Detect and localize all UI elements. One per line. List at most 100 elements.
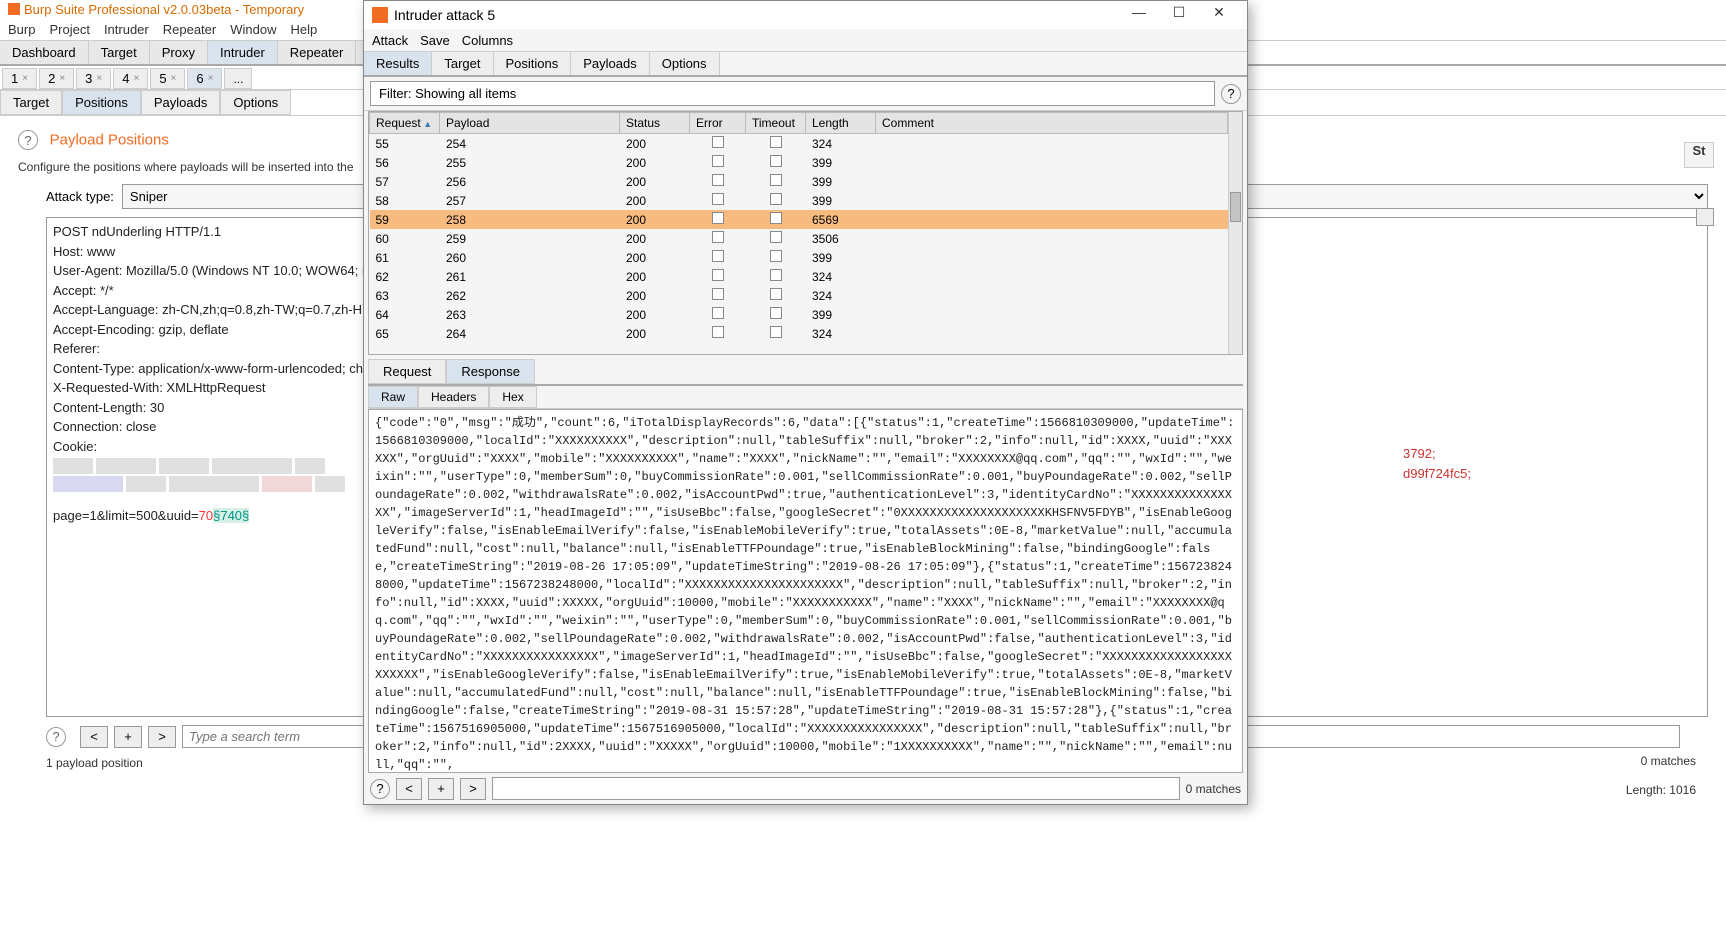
help-icon[interactable]: ? [370,779,390,799]
subtab-more[interactable]: ... [224,68,252,89]
tab-intruder[interactable]: Intruder [208,41,278,64]
col-comment[interactable]: Comment [876,113,1228,134]
scrollbar-thumb[interactable] [1230,192,1241,222]
mtab-options[interactable]: Options [650,52,720,75]
col-length[interactable]: Length [806,113,876,134]
ctab-options[interactable]: Options [220,90,291,115]
table-row[interactable]: 592582006569 [370,210,1228,229]
menu-window[interactable]: Window [230,22,276,37]
ftab-hex[interactable]: Hex [489,386,536,408]
help-icon[interactable]: ? [18,130,38,150]
matches-label: 0 matches [1186,782,1241,796]
burp-icon [372,7,388,23]
next-button[interactable]: > [148,726,176,748]
subtab-2[interactable]: 2× [39,68,74,89]
col-timeout[interactable]: Timeout [746,113,806,134]
timeout-checkbox [770,269,782,281]
tab-repeater[interactable]: Repeater [278,41,356,64]
close-button[interactable]: ✕ [1199,4,1239,26]
subtab-1[interactable]: 1× [2,68,37,89]
table-row[interactable]: 55254200324 [370,134,1228,154]
tab-proxy[interactable]: Proxy [150,41,208,64]
timeout-checkbox [770,136,782,148]
modal-search-bar: ? < + > 0 matches [364,773,1247,804]
col-request[interactable]: Request [370,113,440,134]
ctab-positions[interactable]: Positions [62,90,141,115]
close-icon[interactable]: × [208,73,214,84]
subtab-4[interactable]: 4× [113,68,148,89]
menu-project[interactable]: Project [49,22,89,37]
close-icon[interactable]: × [96,73,102,84]
scrollbar[interactable] [1228,112,1242,354]
rtab-response[interactable]: Response [446,359,535,384]
error-checkbox [712,307,724,319]
table-row[interactable]: 63262200324 [370,286,1228,305]
table-row[interactable]: 62261200324 [370,267,1228,286]
prev-button[interactable]: < [396,778,422,800]
menu-burp[interactable]: Burp [8,22,35,37]
response-body[interactable]: {"code":"0","msg":"成功","count":6,"iTotal… [368,409,1243,773]
partial-response-text: 3792;d99f724fc5; [1403,444,1471,483]
ftab-raw[interactable]: Raw [368,386,418,408]
col-error[interactable]: Error [690,113,746,134]
filter-row: Filter: Showing all items ? [364,77,1247,111]
mtab-positions[interactable]: Positions [494,52,572,75]
timeout-checkbox [770,250,782,262]
help-icon[interactable]: ? [46,727,66,747]
mtab-payloads[interactable]: Payloads [571,52,649,75]
tab-dashboard[interactable]: Dashboard [0,41,89,64]
intruder-attack-window: Intruder attack 5 — ☐ ✕ Attack Save Colu… [363,0,1248,805]
ctab-target[interactable]: Target [0,90,62,115]
timeout-checkbox [770,174,782,186]
right-matches-label: 0 matches [1641,754,1696,768]
menu-help[interactable]: Help [290,22,317,37]
modal-titlebar[interactable]: Intruder attack 5 — ☐ ✕ [364,1,1247,29]
attack-type-label: Attack type: [46,189,114,204]
mtab-target[interactable]: Target [432,52,493,75]
col-payload[interactable]: Payload [440,113,620,134]
menu-repeater[interactable]: Repeater [163,22,216,37]
close-icon[interactable]: × [133,73,139,84]
add-button[interactable]: + [114,726,142,748]
col-status[interactable]: Status [620,113,690,134]
table-row[interactable]: 57256200399 [370,172,1228,191]
close-icon[interactable]: × [22,73,28,84]
add-button[interactable]: + [428,778,454,800]
maximize-button[interactable]: ☐ [1159,4,1199,26]
subtab-5[interactable]: 5× [150,68,185,89]
reqres-tabs: Request Response [368,359,1243,386]
menu-columns[interactable]: Columns [462,33,513,48]
table-row[interactable]: 56255200399 [370,153,1228,172]
menu-intruder[interactable]: Intruder [104,22,149,37]
start-attack-button[interactable]: St [1684,142,1714,168]
error-checkbox [712,326,724,338]
table-row[interactable]: 61260200399 [370,248,1228,267]
tab-target[interactable]: Target [89,41,150,64]
close-icon[interactable]: × [171,73,177,84]
table-row[interactable]: 65264200324 [370,324,1228,343]
subtab-6[interactable]: 6× [187,68,222,89]
timeout-checkbox [770,307,782,319]
table-row[interactable]: 602592003506 [370,229,1228,248]
modal-title: Intruder attack 5 [394,7,1119,23]
timeout-checkbox [770,231,782,243]
dropdown-arrow-icon[interactable] [1696,208,1714,226]
filter-box[interactable]: Filter: Showing all items [370,81,1215,106]
payload-marker: §740§ [213,508,249,523]
subtab-3[interactable]: 3× [76,68,111,89]
help-icon[interactable]: ? [1221,84,1241,104]
prev-button[interactable]: < [80,726,108,748]
table-row[interactable]: 64263200399 [370,305,1228,324]
timeout-checkbox [770,193,782,205]
response-search-input[interactable] [492,777,1180,800]
ctab-payloads[interactable]: Payloads [141,90,220,115]
minimize-button[interactable]: — [1119,4,1159,26]
next-button[interactable]: > [460,778,486,800]
table-row[interactable]: 58257200399 [370,191,1228,210]
mtab-results[interactable]: Results [364,52,432,75]
ftab-headers[interactable]: Headers [418,386,489,408]
close-icon[interactable]: × [59,73,65,84]
menu-save[interactable]: Save [420,33,450,48]
rtab-request[interactable]: Request [368,359,446,384]
menu-attack[interactable]: Attack [372,33,408,48]
